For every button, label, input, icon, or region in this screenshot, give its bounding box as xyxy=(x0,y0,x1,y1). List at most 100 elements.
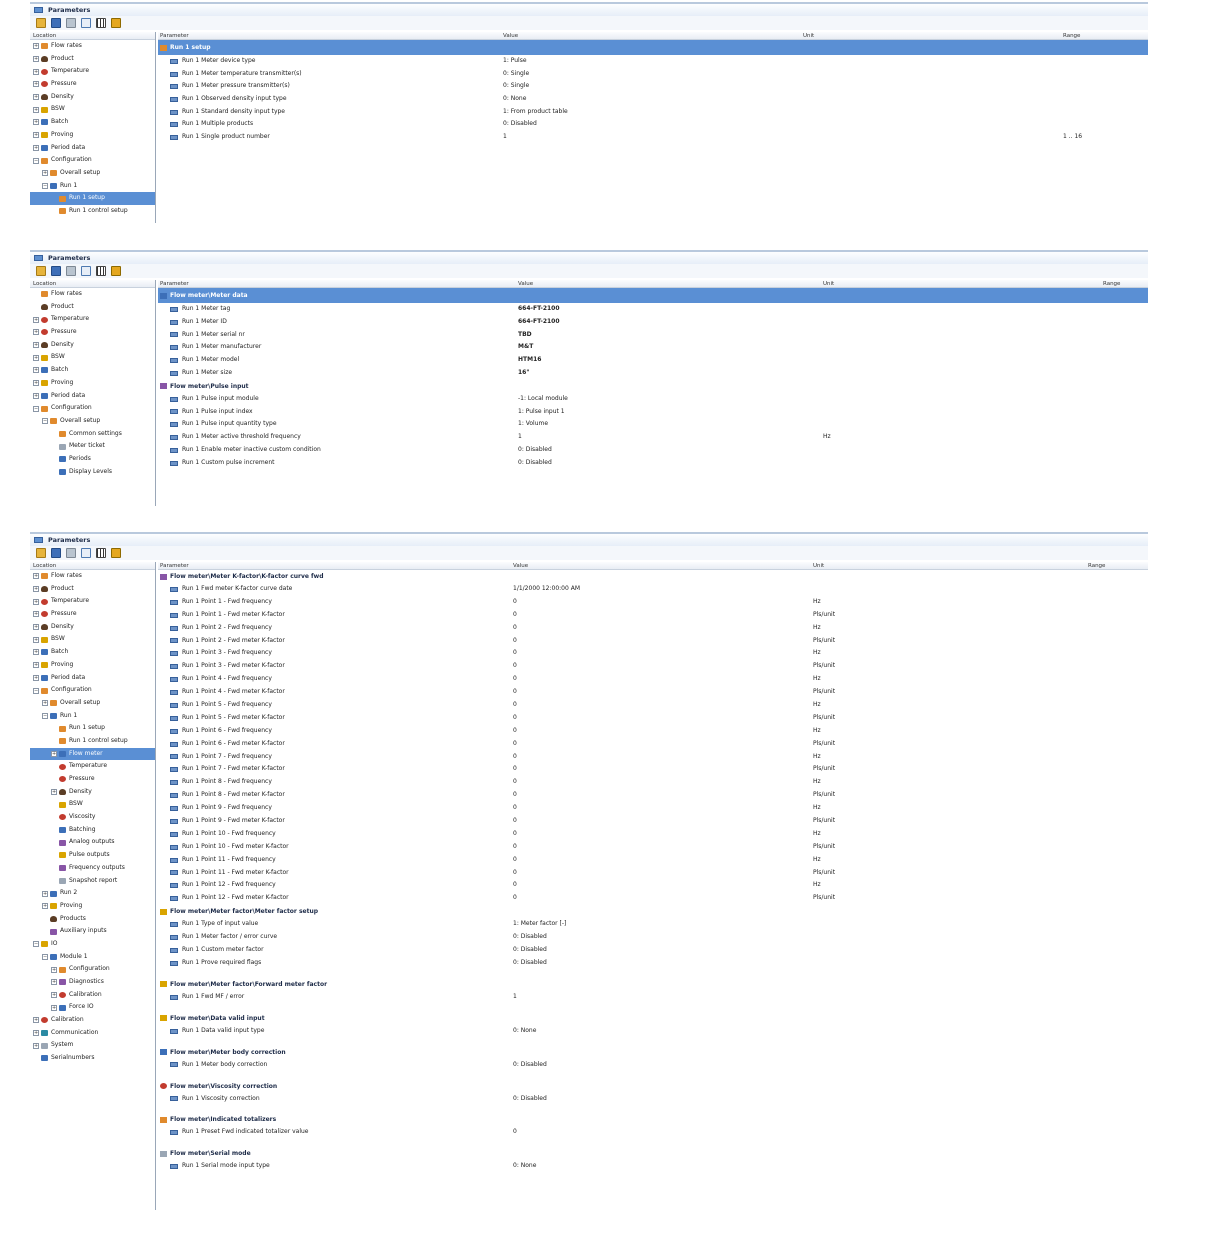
tree-node[interactable]: Meter ticket xyxy=(30,440,155,453)
tree-node[interactable]: + Temperature xyxy=(30,65,155,78)
parameter-row[interactable]: Run 1 Meter model HTM16 xyxy=(158,354,1148,367)
parameter-value[interactable]: 0 xyxy=(513,841,517,854)
parameter-row[interactable]: Run 1 Pulse input quantity type 1: Volume xyxy=(158,418,1148,431)
group-header[interactable]: Flow meter\Indicated totalizers xyxy=(158,1113,1148,1126)
tree-node[interactable]: Frequency outputs xyxy=(30,862,155,875)
parameter-row[interactable]: Run 1 Point 10 - Fwd frequency 0 Hz xyxy=(158,828,1148,841)
save-icon[interactable] xyxy=(51,548,61,558)
parameter-row[interactable]: Run 1 Point 8 - Fwd meter K-factor 0 Pls/u… xyxy=(158,789,1148,802)
collapse-icon[interactable]: − xyxy=(42,712,48,719)
parameter-row[interactable]: Run 1 Point 11 - Fwd frequency 0 Hz xyxy=(158,854,1148,867)
parameter-value[interactable]: 0 xyxy=(513,1126,517,1139)
parameter-row[interactable]: Run 1 Type of input value 1: Meter factor… xyxy=(158,918,1148,931)
tree-node[interactable]: + Proving xyxy=(30,129,155,142)
expand-icon[interactable]: + xyxy=(51,789,57,796)
parameter-value[interactable]: 0: None xyxy=(513,1025,536,1038)
tree-node[interactable]: + Density xyxy=(30,91,155,104)
tree-node[interactable]: + BSW xyxy=(30,351,155,364)
parameter-value[interactable]: 1: Pulse xyxy=(503,55,527,68)
tree-node[interactable]: + Temperature xyxy=(30,595,155,608)
parameter-value[interactable]: 664-FT-2100 xyxy=(518,303,560,316)
tree-node[interactable]: + Flow rates xyxy=(30,40,155,53)
parameter-row[interactable]: Run 1 Custom meter factor 0: Disabled xyxy=(158,944,1148,957)
parameter-row[interactable]: Run 1 Enable meter inactive custom condi… xyxy=(158,444,1148,457)
parameter-value[interactable]: 0: Single xyxy=(503,80,529,93)
group-header[interactable]: Flow meter\Serial mode xyxy=(158,1147,1148,1160)
tree-node[interactable]: + Proving xyxy=(30,377,155,390)
parameter-value[interactable]: 0 xyxy=(513,647,517,660)
print-icon[interactable] xyxy=(66,266,76,276)
print-icon[interactable] xyxy=(66,548,76,558)
parameter-row[interactable]: Run 1 Point 5 - Fwd meter K-factor 0 Pls/u… xyxy=(158,712,1148,725)
parameter-value[interactable]: 0 xyxy=(513,686,517,699)
tree-node[interactable]: Display Levels xyxy=(30,466,155,479)
expand-icon[interactable]: + xyxy=(33,586,39,593)
expand-icon[interactable]: + xyxy=(51,1004,57,1011)
parameter-value[interactable]: 1: Pulse input 1 xyxy=(518,406,565,419)
tree-node[interactable]: − Overall setup xyxy=(30,415,155,428)
value-column-header[interactable]: Value xyxy=(503,33,518,39)
group-header[interactable]: Flow meter\Viscosity correction xyxy=(158,1080,1148,1093)
tree-node[interactable]: + Density xyxy=(30,786,155,799)
expand-icon[interactable]: + xyxy=(51,979,57,986)
tree-view-icon[interactable] xyxy=(81,266,91,276)
expand-icon[interactable]: + xyxy=(51,750,57,757)
expand-icon[interactable]: + xyxy=(33,611,39,618)
parameter-row[interactable]: Run 1 Observed density input type 0: None xyxy=(158,93,1148,106)
range-column-header[interactable]: Range xyxy=(1088,563,1105,569)
parameter-value[interactable]: 0: Single xyxy=(503,68,529,81)
parameter-value[interactable]: -1: Local module xyxy=(518,393,568,406)
tree-node[interactable]: Batching xyxy=(30,824,155,837)
tree-node[interactable]: + Calibration xyxy=(30,989,155,1002)
unit-column-header[interactable]: Unit xyxy=(823,281,834,287)
tree-node[interactable]: Analog outputs xyxy=(30,836,155,849)
parameter-row[interactable]: Run 1 Meter size 16" xyxy=(158,367,1148,380)
expand-icon[interactable]: + xyxy=(33,1042,39,1049)
parameter-row[interactable]: Run 1 Point 9 - Fwd frequency 0 Hz xyxy=(158,802,1148,815)
parameter-value[interactable]: 0 xyxy=(513,725,517,738)
save-icon[interactable] xyxy=(51,18,61,28)
parameter-value[interactable]: 1 xyxy=(518,431,522,444)
parameter-row[interactable]: Run 1 Fwd MF / error 1 xyxy=(158,991,1148,1004)
tree-node[interactable]: + Pressure xyxy=(30,326,155,339)
open-folder-icon[interactable] xyxy=(36,266,46,276)
save-icon[interactable] xyxy=(51,266,61,276)
parameter-row[interactable]: Run 1 Point 8 - Fwd frequency 0 Hz xyxy=(158,776,1148,789)
parameter-value[interactable]: 0 xyxy=(513,660,517,673)
parameter-value[interactable]: 0 xyxy=(513,609,517,622)
tree-node[interactable]: + Period data xyxy=(30,390,155,403)
parameter-row[interactable]: Run 1 Point 10 - Fwd meter K-factor 0 Pls/… xyxy=(158,841,1148,854)
expand-icon[interactable]: + xyxy=(33,573,39,580)
expand-icon[interactable]: + xyxy=(33,354,39,361)
parameter-value[interactable]: 0: None xyxy=(503,93,526,106)
parameter-row[interactable]: Run 1 Point 6 - Fwd meter K-factor 0 Pls/u… xyxy=(158,738,1148,751)
parameter-value[interactable]: 0 xyxy=(513,596,517,609)
collapse-icon[interactable]: − xyxy=(42,418,48,425)
tree-node[interactable]: + Flow rates xyxy=(30,570,155,583)
expand-icon[interactable]: + xyxy=(33,367,39,374)
expand-icon[interactable]: + xyxy=(42,170,48,177)
tree-node[interactable]: − Configuration xyxy=(30,684,155,697)
expand-icon[interactable]: + xyxy=(33,81,39,88)
group-header[interactable]: Run 1 setup xyxy=(158,40,1148,55)
expand-icon[interactable]: + xyxy=(42,890,48,897)
parameter-row[interactable]: Run 1 Pulse input module -1: Local module xyxy=(158,393,1148,406)
expand-icon[interactable]: + xyxy=(33,1030,39,1037)
expand-icon[interactable]: + xyxy=(33,316,39,323)
parameter-value[interactable]: 0: Disabled xyxy=(513,931,547,944)
parameter-row[interactable]: Run 1 Point 1 - Fwd meter K-factor 0 Pls/u… xyxy=(158,609,1148,622)
collapse-icon[interactable]: − xyxy=(42,953,48,960)
parameter-value[interactable]: TBD xyxy=(518,329,532,342)
parameter-column-header[interactable]: Parameter xyxy=(160,33,189,39)
expand-icon[interactable]: + xyxy=(33,43,39,50)
parameter-value[interactable]: 0 xyxy=(513,867,517,880)
expand-icon[interactable]: + xyxy=(33,598,39,605)
tree-node[interactable]: + Product xyxy=(30,583,155,596)
parameter-value[interactable]: 0 xyxy=(513,673,517,686)
expand-icon[interactable]: + xyxy=(33,144,39,151)
expand-icon[interactable]: + xyxy=(33,662,39,669)
parameter-value[interactable]: 0 xyxy=(513,828,517,841)
tree-node[interactable]: + Temperature xyxy=(30,313,155,326)
open-folder-icon[interactable] xyxy=(36,18,46,28)
tree-node[interactable]: + Batch xyxy=(30,364,155,377)
